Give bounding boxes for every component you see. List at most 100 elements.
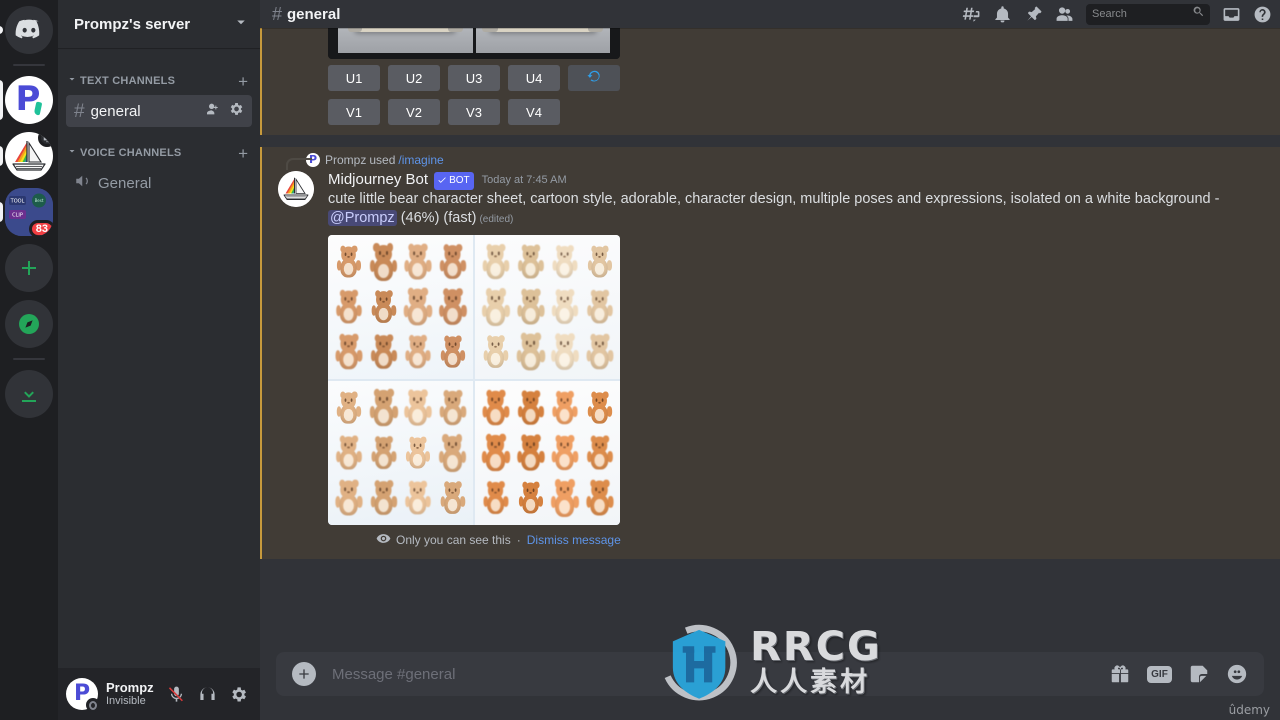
bear-character-pose [583, 331, 615, 373]
bear-character-pose [438, 479, 467, 518]
button-v2[interactable]: V2 [388, 99, 440, 125]
bear-character-pose [333, 433, 364, 473]
button-v4[interactable]: V4 [508, 99, 560, 125]
bear-character-pose [583, 477, 615, 520]
download-apps-button[interactable] [5, 370, 53, 418]
bear-character-pose [550, 388, 580, 428]
server-rail-item-prompz[interactable]: P [0, 76, 53, 124]
notification-bell-icon[interactable] [993, 5, 1012, 24]
bear-character-pose [479, 431, 513, 475]
search-placeholder: Search [1092, 8, 1127, 20]
button-u1[interactable]: U1 [328, 65, 380, 91]
bear-sheet-quadrant [475, 235, 620, 380]
bear-character-pose [514, 432, 547, 475]
channel-name: General [98, 174, 152, 192]
button-reroll[interactable] [568, 65, 620, 91]
bear-character-pose [333, 331, 365, 373]
inbox-icon[interactable] [1222, 5, 1241, 24]
emoji-icon[interactable] [1226, 663, 1248, 685]
gift-icon[interactable] [1109, 663, 1131, 685]
create-invite-icon[interactable] [205, 101, 221, 122]
microphone-muted-button[interactable] [162, 680, 190, 708]
message-author[interactable]: Midjourney Bot [328, 170, 428, 190]
dismiss-message-link[interactable]: Dismiss message [527, 533, 621, 547]
guild-header[interactable]: Prompz's server [58, 0, 260, 48]
category-label: VOICE CHANNELS [80, 147, 182, 159]
status-badge-bot: BOT [434, 171, 474, 190]
bear-character-pose [333, 477, 365, 520]
main-content: # general Search U1 U2 U3 U4 V1 V2 V3 V4… [260, 0, 1280, 720]
threads-icon[interactable] [962, 5, 981, 24]
create-voice-channel-button[interactable]: + [238, 145, 252, 162]
user-mention[interactable]: @Prompz [328, 210, 397, 227]
create-text-channel-button[interactable]: + [238, 73, 252, 90]
sticker-icon[interactable] [1188, 663, 1210, 685]
message-list: U1 U2 U3 U4 V1 V2 V3 V4 P Prompz used /i… [260, 28, 1280, 652]
progress-text: (46%) (fast) [396, 210, 477, 227]
server-rail-item-midjourney[interactable] [0, 132, 53, 180]
button-u4[interactable]: U4 [508, 65, 560, 91]
edit-channel-icon[interactable] [228, 101, 244, 122]
server-rail: P TOOL Best CLIP 83 [0, 0, 58, 720]
member-list-icon[interactable] [1055, 5, 1074, 24]
add-server-button[interactable] [5, 244, 53, 292]
channel-name: general [90, 102, 141, 120]
bear-character-pose [584, 433, 615, 473]
bear-character-pose [515, 242, 546, 282]
message-content: cute little bear character sheet, cartoo… [328, 190, 1232, 228]
bear-character-pose [436, 387, 468, 429]
button-v3[interactable]: V3 [448, 99, 500, 125]
command-used-label: used [369, 152, 396, 167]
bear-character-pose [334, 287, 364, 327]
eye-icon [376, 531, 391, 549]
attachment-image-bear-sheet[interactable] [328, 235, 1232, 526]
message-timestamp: Today at 7:45 AM [481, 174, 567, 186]
bear-character-pose [366, 386, 400, 430]
rail-divider [13, 64, 45, 66]
category-text-channels[interactable]: TEXT CHANNELS + [58, 56, 260, 94]
category-voice-channels[interactable]: VOICE CHANNELS + [58, 128, 260, 166]
bear-character-pose [549, 287, 580, 328]
bear-sheet-quadrant [475, 381, 620, 526]
button-u3[interactable]: U3 [448, 65, 500, 91]
server-rail-item-other[interactable]: TOOL Best CLIP 83 [0, 188, 53, 236]
bear-character-pose [585, 389, 614, 427]
attachment-image-sofas[interactable] [328, 28, 1232, 59]
discord-home-icon [5, 6, 53, 54]
message-input[interactable]: Message #general [332, 666, 1109, 683]
sidebar-item-general-voice[interactable]: General [66, 167, 252, 199]
midjourney-sailboat-icon [5, 132, 53, 180]
search-input[interactable]: Search [1086, 3, 1210, 25]
explore-servers-button[interactable] [5, 300, 53, 348]
bear-character-pose [515, 388, 546, 429]
upload-attachment-button[interactable] [292, 662, 316, 686]
message-divider [260, 135, 1280, 147]
channel-sidebar: Prompz's server TEXT CHANNELS + # genera… [58, 0, 260, 720]
bear-character-pose [516, 479, 545, 517]
avatar[interactable] [278, 171, 314, 207]
bear-sheet-quadrant [328, 381, 473, 526]
server-rail-item-home[interactable] [0, 6, 53, 54]
rail-pill [0, 202, 3, 222]
help-icon[interactable] [1253, 5, 1272, 24]
bear-character-pose [548, 476, 582, 520]
bear-character-pose [584, 287, 614, 327]
user-settings-button[interactable] [224, 680, 252, 708]
message-imagine-job: P Prompz used /imagine Midjourney Bot BO… [260, 147, 1280, 560]
bear-character-pose [479, 285, 513, 329]
sidebar-item-general[interactable]: # general [66, 95, 252, 127]
button-u2[interactable]: U2 [388, 65, 440, 91]
slash-command-link[interactable]: /imagine [398, 153, 443, 167]
discord-app-window: P TOOL Best CLIP 83 Prompz's server TEXT… [0, 0, 1280, 720]
avatar[interactable]: P [66, 678, 100, 712]
button-v1[interactable]: V1 [328, 99, 380, 125]
headphones-button[interactable] [193, 680, 221, 708]
svg-text:Best: Best [35, 198, 44, 203]
gif-icon[interactable]: GIF [1147, 665, 1172, 683]
bear-character-pose [368, 478, 399, 519]
rail-divider-2 [13, 358, 45, 360]
separator: · [516, 533, 521, 548]
pinned-messages-icon[interactable] [1024, 5, 1043, 24]
guild-name: Prompz's server [74, 15, 191, 33]
sofa-image [328, 28, 620, 59]
